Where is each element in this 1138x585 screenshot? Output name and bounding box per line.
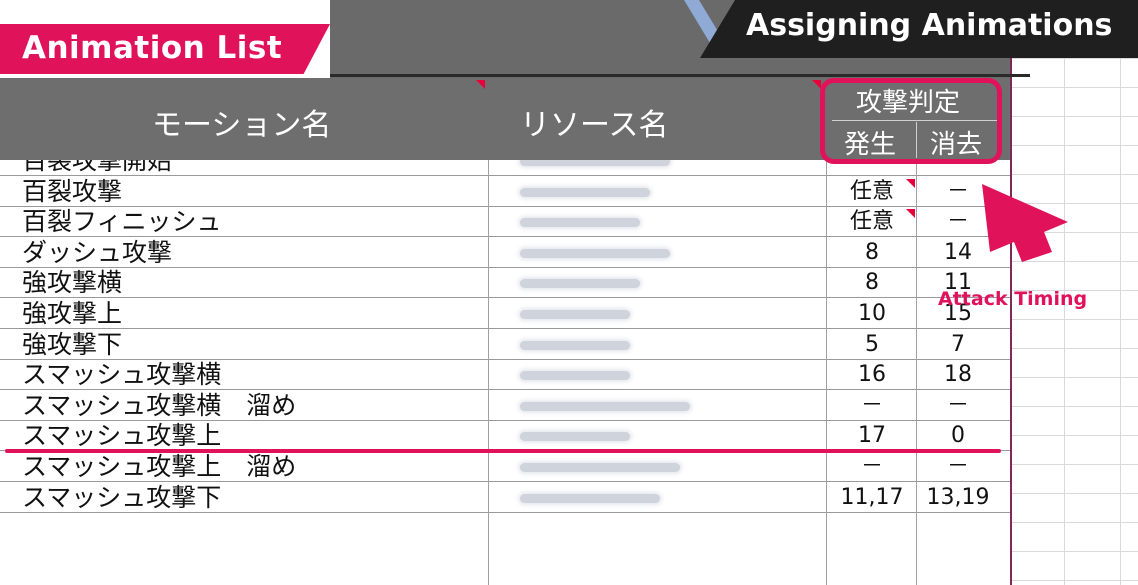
comment-marker[interactable] [476,80,485,89]
title-animation-list: Animation List [22,30,283,66]
occur-frame-cell[interactable]: 任意 [830,177,914,207]
occur-frame-cell[interactable]: 任意 [830,207,914,237]
erase-frame-cell[interactable]: 0 [918,421,998,451]
redacted-text [520,371,630,381]
comment-marker[interactable] [906,178,915,188]
column-header-motion-name[interactable]: モーション名 [152,100,331,144]
attack-judgement-highlight [820,78,1002,164]
motion-name-cell[interactable]: スマッシュ攻撃横 溜め [22,391,296,421]
redacted-text [520,279,640,289]
redacted-text [520,493,660,503]
resource-name-cell-redacted[interactable] [490,483,825,513]
motion-name-cell[interactable]: 百裂フィニッシュ [22,207,222,237]
motion-name-cell[interactable]: スマッシュ攻撃上 [22,421,221,451]
motion-name-cell[interactable]: スマッシュ攻撃上 溜め [22,452,296,482]
redacted-text [520,463,680,472]
erase-frame-cell[interactable]: － [918,452,998,482]
redacted-text [520,310,630,319]
occur-frame-cell[interactable]: 16 [830,360,914,390]
row-underline-highlight [5,449,1001,453]
attack-timing-label: Attack Timing [938,288,1088,310]
occur-frame-cell[interactable]: 5 [830,330,914,360]
redacted-text [520,340,630,350]
col-separator [916,160,917,585]
up-arrow-icon [982,184,1068,262]
motion-name-cell[interactable]: 強攻撃上 [22,299,122,329]
resource-name-cell-redacted[interactable] [490,391,825,421]
resource-name-cell-redacted[interactable] [490,207,825,237]
title-assigning-animations: Assigning Animations [746,8,1113,43]
occur-frame-cell[interactable]: 17 [830,421,914,451]
resource-name-cell-redacted[interactable] [490,238,825,268]
occur-frame-cell[interactable]: － [830,391,914,421]
table-row[interactable]: 百裂フィニッシュ 任意－ [0,207,1010,238]
erase-frame-cell[interactable]: － [918,391,998,421]
resource-name-cell-redacted[interactable] [490,452,825,482]
redacted-text [520,401,690,411]
redacted-text [520,187,650,197]
motion-name-cell[interactable]: 強攻撃下 [22,330,122,360]
table-row[interactable]: スマッシュ攻撃横 16 18 [0,360,1010,391]
col-separator [488,160,489,585]
motion-name-cell[interactable]: スマッシュ攻撃横 [22,360,221,390]
resource-name-cell-redacted[interactable] [490,299,825,329]
column-header-resource-name[interactable]: リソース名 [520,100,669,144]
table-row[interactable]: スマッシュ攻撃上 17 0 [0,421,1010,452]
erase-frame-cell[interactable]: 18 [918,360,998,390]
motion-name-cell[interactable]: ダッシュ攻撃 [22,238,172,268]
resource-name-cell-redacted[interactable] [490,177,825,207]
occur-frame-cell[interactable]: － [830,452,914,482]
motion-name-cell[interactable]: 百裂攻撃 [22,177,122,207]
resource-name-cell-redacted[interactable] [490,360,825,390]
table-row[interactable]: 強攻撃上 10 15 [0,299,1010,329]
table-row[interactable]: スマッシュ攻撃下 11,17 13,19 [0,483,1010,513]
table-row[interactable]: 百裂攻撃 任意－ [0,177,1010,207]
table-row[interactable]: ダッシュ攻撃 8 14 [0,238,1010,268]
table-row[interactable]: 強攻撃横 8 11 [0,268,1010,299]
row-divider [0,511,1010,513]
redacted-text [520,248,670,258]
table-row[interactable]: スマッシュ攻撃上 溜め －－ [0,452,1010,482]
redacted-text [520,218,640,228]
header-top-line [330,74,1030,77]
occur-frame-cell[interactable]: 8 [830,238,914,268]
comment-marker[interactable] [906,209,915,219]
motion-name-cell[interactable]: 強攻撃横 [22,268,122,298]
redacted-text [520,432,630,442]
occur-frame-cell[interactable]: 10 [830,299,914,329]
table-row[interactable]: 強攻撃下 5 7 [0,330,1010,360]
erase-frame-cell[interactable]: 13,19 [918,483,998,513]
occur-frame-cell[interactable]: 11,17 [830,483,914,513]
resource-name-cell-redacted[interactable] [490,421,825,451]
erase-frame-cell[interactable]: 7 [918,330,998,360]
resource-name-cell-redacted[interactable] [490,330,825,360]
resource-name-cell-redacted[interactable] [490,268,825,298]
col-separator [826,160,827,585]
motion-name-cell[interactable]: スマッシュ攻撃下 [22,483,221,513]
table-row[interactable]: スマッシュ攻撃横 溜め －－ [0,391,1010,421]
occur-frame-cell[interactable]: 8 [830,268,914,298]
